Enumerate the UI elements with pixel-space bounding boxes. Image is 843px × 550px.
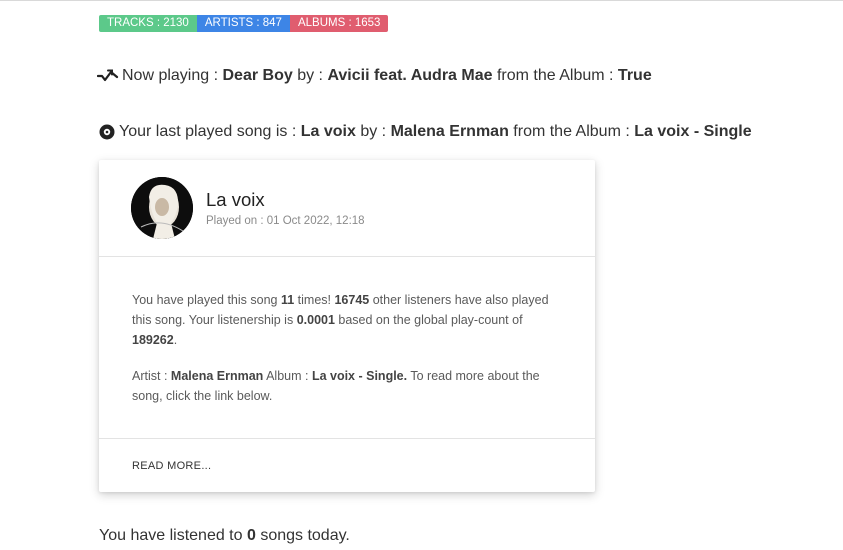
top-border: [0, 0, 843, 1]
stats-text-1: You have played this song: [132, 293, 281, 307]
now-playing-song: Dear Boy: [222, 67, 293, 84]
artist-label: Artist :: [132, 369, 171, 383]
trending-icon: [97, 68, 119, 84]
record-icon: [99, 124, 115, 140]
card-divider-top: [99, 256, 595, 257]
listenership-value: 0.0001: [296, 313, 335, 327]
stats-text-2: times!: [294, 293, 335, 307]
last-played-album: La voix - Single: [634, 123, 752, 140]
now-playing-by-label: by :: [292, 67, 328, 84]
global-count-value: 189262: [132, 333, 174, 347]
now-playing-prefix: Now playing :: [122, 67, 219, 84]
last-played-prefix: Your last played song is :: [119, 123, 297, 140]
stats-badges: TRACKS : 2130 ARTISTS : 847 ALBUMS : 165…: [99, 15, 389, 32]
today-text-2: songs today.: [255, 527, 350, 544]
stats-text-5: .: [173, 333, 178, 347]
artist-album-paragraph: Artist : Malena Ernman Album : La voix -…: [132, 366, 564, 406]
song-card: La voix Played on : 01 Oct 2022, 12:18 Y…: [99, 160, 595, 492]
card-divider-bottom: [99, 438, 595, 439]
now-playing-line: Now playing : Dear Boy by : Avicii feat.…: [97, 67, 652, 85]
listeners-value: 16745: [334, 293, 370, 307]
songs-today-count: 0: [246, 527, 256, 544]
today-text-1: You have listened to: [99, 527, 247, 544]
albums-badge: ALBUMS : 1653: [289, 15, 389, 32]
play-stats-paragraph: You have played this song 11 times! 1674…: [132, 290, 564, 350]
card-song-title: La voix: [206, 189, 265, 210]
last-played-line: Your last played song is : La voix by : …: [97, 123, 752, 141]
last-played-artist: Malena Ernman: [390, 123, 509, 140]
tracks-badge: TRACKS : 2130: [99, 15, 197, 32]
now-playing-album: True: [617, 67, 652, 84]
played-on-date: Played on : 01 Oct 2022, 12:18: [206, 215, 365, 227]
songs-today-line: You have listened to 0 songs today.: [99, 527, 350, 545]
now-playing-artist: Avicii feat. Audra Mae: [327, 67, 493, 84]
last-played-song: La voix: [300, 123, 356, 140]
last-played-album-label: from the Album :: [508, 123, 635, 140]
read-more-link[interactable]: READ MORE...: [132, 460, 211, 472]
album-label: Album :: [263, 369, 312, 383]
artists-badge: ARTISTS : 847: [196, 15, 290, 32]
play-count-value: 11: [280, 293, 295, 307]
artist-value: Malena Ernman: [170, 369, 264, 383]
album-value: La voix - Single.: [311, 369, 408, 383]
album-art-avatar: [131, 177, 193, 239]
last-played-by-label: by :: [355, 123, 391, 140]
now-playing-album-label: from the Album :: [492, 67, 618, 84]
stats-text-4: based on the global play-count of: [334, 313, 523, 327]
